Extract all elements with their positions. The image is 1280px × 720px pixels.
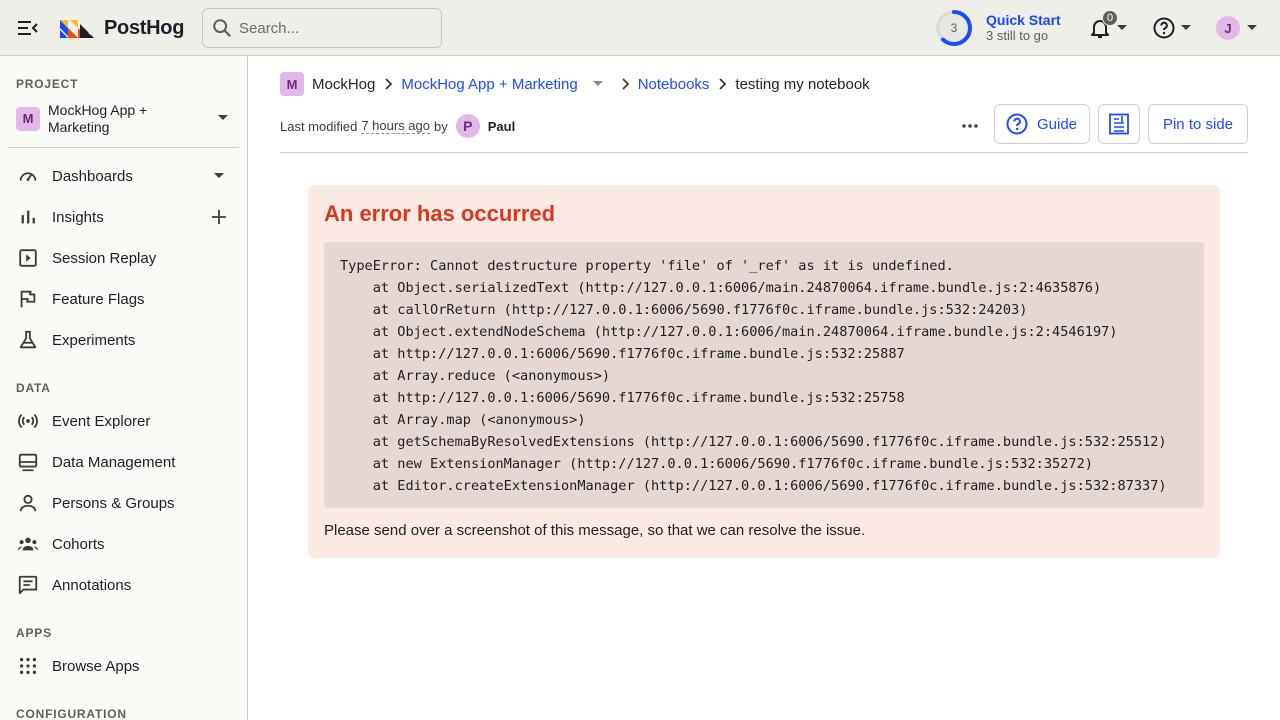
sidebar-item-experiments[interactable]: Experiments [8, 322, 239, 358]
search-input[interactable] [239, 19, 429, 37]
table-of-contents-icon [1109, 113, 1129, 135]
sidebar-item-label: Session Replay [52, 249, 157, 267]
sidebar-item-label: Experiments [52, 331, 136, 349]
sidebar-item-session-replay[interactable]: Session Replay [8, 240, 239, 276]
sidebar-item-label: Data Management [52, 453, 176, 471]
chevron-right-icon [383, 78, 393, 90]
sidebar-item-label: Persons & Groups [52, 494, 175, 512]
chevron-down-icon [1247, 25, 1257, 30]
quick-start-title: Quick Start [986, 12, 1061, 28]
chevron-down-icon [1181, 25, 1191, 30]
quick-start-progress-ring: 3 [934, 8, 974, 48]
sidebar-item-cohorts[interactable]: Cohorts [8, 526, 239, 562]
sidebar-heading-configuration: CONFIGURATION [16, 707, 127, 720]
last-modified-by: by [434, 118, 448, 134]
project-switcher[interactable]: M MockHog App + Marketing [8, 96, 239, 141]
sidebar-item-label: Dashboards [52, 167, 133, 185]
person-icon [16, 491, 40, 515]
breadcrumb-project[interactable]: MockHog App + Marketing [401, 76, 577, 93]
hedgehog-logo-icon [60, 20, 94, 38]
flask-icon [16, 328, 40, 352]
help-button[interactable] [1152, 14, 1192, 42]
sidebar-heading-data: DATA [16, 381, 51, 395]
plus-icon[interactable] [209, 207, 229, 227]
sidebar-item-label: Insights [52, 208, 104, 226]
sidebar-item-insights[interactable]: Insights [8, 199, 239, 235]
more-options-icon[interactable] [954, 112, 986, 140]
annotation-icon [16, 573, 40, 597]
sidebar-item-dashboards[interactable]: Dashboards [8, 158, 239, 194]
sidebar-item-annotations[interactable]: Annotations [8, 567, 239, 603]
pin-to-side-label: Pin to side [1162, 115, 1234, 133]
posthog-logo[interactable]: PostHog [60, 14, 184, 42]
guide-button[interactable]: Guide [994, 104, 1090, 144]
bar-chart-icon [16, 205, 40, 229]
header-divider [280, 152, 1248, 153]
chevron-right-icon [717, 78, 727, 90]
notifications-button[interactable]: 0 [1088, 10, 1128, 42]
search-box[interactable] [202, 8, 442, 48]
avatar: J [1216, 16, 1240, 40]
sidebar-item-browse-apps[interactable]: Browse Apps [8, 648, 239, 684]
play-box-icon [16, 246, 40, 270]
user-menu[interactable]: J [1216, 14, 1258, 42]
broadcast-icon [16, 409, 40, 433]
avatar: P [455, 114, 480, 138]
sidebar-heading-apps: APPS [16, 626, 52, 640]
quick-start-subtitle: 3 still to go [986, 28, 1049, 43]
guide-button-label: Guide [1037, 115, 1078, 133]
sidebar-item-label: Event Explorer [52, 412, 151, 430]
sidebar-item-label: Feature Flags [52, 290, 145, 308]
pin-to-side-button[interactable]: Pin to side [1148, 104, 1248, 144]
search-icon [213, 19, 232, 38]
quick-start-count: 3 [950, 21, 958, 35]
breadcrumb-notebooks[interactable]: Notebooks [638, 76, 710, 93]
flag-icon [16, 287, 40, 311]
error-stack-trace: TypeError: Cannot destructure property '… [324, 242, 1204, 508]
error-title: An error has occurred [324, 201, 556, 226]
users-icon [16, 532, 40, 556]
quick-start-button[interactable]: 3 Quick Start 3 still to go [934, 8, 1061, 48]
sidebar-item-label: Cohorts [52, 535, 105, 553]
logo-text: PostHog [104, 16, 185, 39]
sidebar: PROJECT M MockHog App + Marketing Dashbo… [0, 56, 248, 720]
help-circle-icon [1153, 17, 1175, 39]
menu-toggle-icon[interactable] [16, 16, 40, 40]
breadcrumb: M MockHog MockHog App + Marketing Notebo… [280, 72, 870, 96]
error-note: Please send over a screenshot of this me… [324, 522, 866, 539]
chevron-right-icon [620, 78, 630, 90]
last-modified-info: Last modified 7 hours ago by P Paul [280, 114, 515, 138]
last-modified-user: Paul [487, 118, 516, 134]
chevron-down-icon [1117, 25, 1127, 30]
error-panel: An error has occurred TypeError: Cannot … [308, 185, 1220, 558]
chevron-down-icon[interactable] [592, 80, 604, 88]
project-name: MockHog App + Marketing [48, 101, 148, 135]
notifications-badge: 0 [1102, 10, 1119, 26]
sidebar-item-label: Annotations [52, 576, 132, 594]
table-of-contents-button[interactable] [1098, 104, 1140, 144]
sidebar-heading-project: PROJECT [16, 77, 79, 91]
sidebar-item-persons-groups[interactable]: Persons & Groups [8, 485, 239, 521]
sidebar-divider [8, 147, 239, 148]
database-icon [16, 450, 40, 474]
last-modified-time[interactable]: 7 hours ago [361, 118, 430, 134]
project-badge: M [16, 106, 40, 131]
breadcrumb-current: testing my notebook [735, 75, 870, 93]
breadcrumb-org[interactable]: MockHog [312, 76, 375, 93]
sidebar-item-feature-flags[interactable]: Feature Flags [8, 281, 239, 317]
grid-dots-icon [16, 654, 40, 678]
sidebar-item-label: Browse Apps [52, 657, 140, 675]
main-content: M MockHog MockHog App + Marketing Notebo… [248, 56, 1280, 720]
last-modified-label: Last modified [280, 118, 358, 134]
sidebar-item-event-explorer[interactable]: Event Explorer [8, 403, 239, 439]
chevron-down-icon[interactable] [209, 166, 229, 186]
help-circle-icon [1006, 113, 1028, 135]
org-badge: M [280, 72, 304, 96]
dashboard-icon [16, 164, 40, 188]
top-bar: PostHog 3 Quick Start 3 still to go 0 J [0, 0, 1280, 56]
sidebar-item-data-management[interactable]: Data Management [8, 444, 239, 480]
chevron-down-icon [218, 115, 228, 120]
